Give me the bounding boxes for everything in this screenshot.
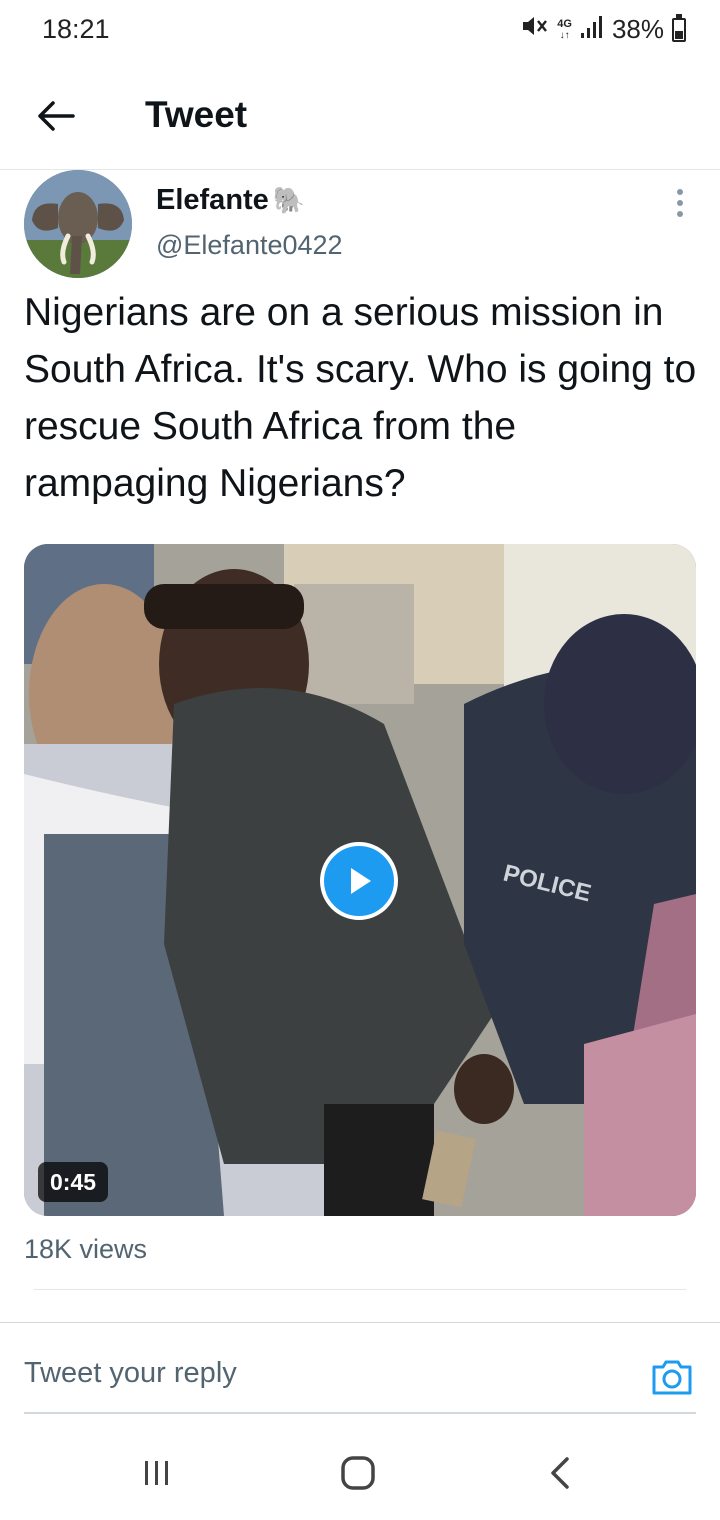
play-button[interactable] xyxy=(320,842,398,920)
chevron-left-icon xyxy=(551,1457,569,1489)
reply-bar: Tweet your reply xyxy=(0,1322,720,1414)
elephant-emoji: 🐘 xyxy=(272,185,306,215)
system-nav-bar xyxy=(0,1420,720,1520)
avatar[interactable] xyxy=(24,170,132,278)
status-icons: 4G ↓↑ 38% xyxy=(521,13,686,45)
camera-button[interactable] xyxy=(650,1355,694,1399)
more-options-button[interactable] xyxy=(666,186,694,220)
back-button[interactable] xyxy=(30,90,82,142)
battery-percent: 38% xyxy=(611,14,664,44)
arrow-left-icon xyxy=(38,101,75,131)
network-type-icon: 4G ↓↑ xyxy=(557,17,572,41)
more-dot-icon xyxy=(677,200,683,206)
status-bar: 18:21 4G ↓↑ 38% xyxy=(0,0,720,62)
reply-input[interactable]: Tweet your reply xyxy=(24,1357,237,1390)
home-icon xyxy=(341,1456,375,1490)
app-header: Tweet xyxy=(0,62,720,170)
network-type: 4G xyxy=(557,17,572,30)
recent-apps-button[interactable] xyxy=(127,1448,187,1498)
author-name-text: Elefante xyxy=(156,184,269,216)
recent-apps-icon xyxy=(145,1461,168,1485)
author-handle[interactable]: @Elefante0422 xyxy=(156,230,343,261)
video-duration: 0:45 xyxy=(38,1162,109,1202)
author-name[interactable]: Elefante 🐘 xyxy=(156,184,305,217)
reply-underline xyxy=(24,1412,696,1414)
play-icon xyxy=(351,868,371,894)
system-back-button[interactable] xyxy=(530,1448,590,1498)
divider xyxy=(34,1289,686,1290)
view-count[interactable]: 18K views xyxy=(24,1234,147,1265)
more-dot-icon xyxy=(677,189,683,195)
tweet-text: Nigerians are on a serious mission in So… xyxy=(24,291,697,505)
page-title: Tweet xyxy=(145,94,248,135)
home-button[interactable] xyxy=(328,1448,388,1498)
camera-icon xyxy=(652,1360,692,1395)
more-dot-icon xyxy=(677,211,683,217)
video-thumbnail[interactable]: POLICE 0:45 xyxy=(24,544,696,1216)
battery-icon xyxy=(672,13,686,42)
status-time: 18:21 xyxy=(42,14,110,44)
signal-icon xyxy=(580,14,604,45)
mute-icon xyxy=(521,14,549,45)
